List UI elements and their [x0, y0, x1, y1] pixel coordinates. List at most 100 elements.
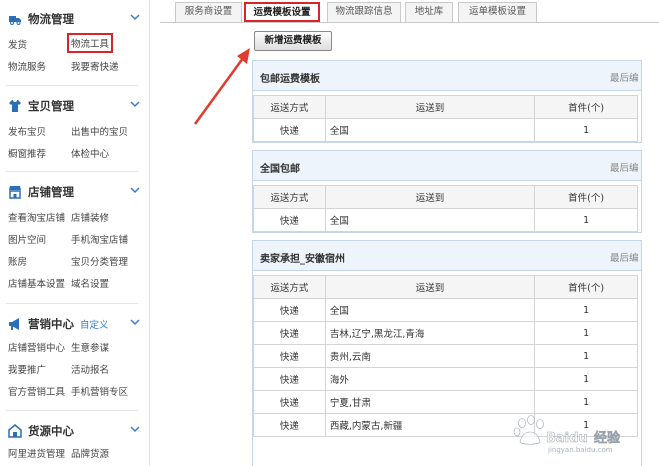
chevron-down-icon[interactable] — [130, 317, 140, 327]
divider — [6, 303, 138, 304]
cell-destination: 全国 — [324, 208, 536, 232]
sidebar-link-image-space[interactable]: 图片空间 — [8, 232, 46, 246]
panel-header: 全国包邮 最后编 — [253, 151, 641, 181]
template-panel-free-shipping: 包邮运费模板 最后编 运送方式 运送到 首件(个) 快递 全国 1 — [252, 60, 642, 143]
cell-destination: 宁夏,甘肃 — [324, 390, 536, 414]
sidebar-section-logistics: 物流管理 — [0, 8, 150, 30]
shirt-icon — [8, 99, 22, 113]
last-edited-label: 最后编 — [610, 73, 639, 84]
tab-service-provider[interactable]: 服务商设置 — [175, 2, 242, 22]
sidebar-link-logistics-service[interactable]: 物流服务 — [8, 59, 46, 73]
cell-method: 快递 — [253, 208, 326, 232]
sidebar-link-promote[interactable]: 我要推广 — [8, 362, 46, 376]
new-freight-template-button[interactable]: 新增运费模板 — [254, 31, 332, 51]
divider — [6, 85, 138, 86]
cell-first-item: 1 — [534, 367, 638, 391]
sidebar-link-ship[interactable]: 发货 — [8, 37, 27, 51]
header-first-item: 首件(个) — [534, 185, 638, 209]
sidebar-link-categories[interactable]: 宝贝分类管理 — [71, 254, 128, 268]
tab-bar-line — [160, 22, 659, 23]
section-header[interactable]: 货源中心 — [0, 420, 150, 442]
section-header[interactable]: 物流管理 — [0, 8, 150, 30]
sidebar-link-marketing-center[interactable]: 店铺营销中心 — [8, 340, 65, 354]
section-title: 货源中心 — [28, 424, 74, 438]
cell-first-item: 1 — [534, 321, 638, 345]
sidebar-link-view-store[interactable]: 查看淘宝店铺 — [8, 210, 65, 224]
table-header-row: 运送方式 运送到 首件(个) — [253, 95, 638, 119]
chevron-down-icon[interactable] — [130, 185, 140, 195]
tab-waybill-template[interactable]: 运单模板设置 — [458, 2, 537, 22]
svg-text:经验: 经验 — [594, 430, 621, 446]
sidebar-link-ali-purchase[interactable]: 阿里进货管理 — [8, 446, 65, 460]
sidebar-link-mobile-store[interactable]: 手机淘宝店铺 — [71, 232, 128, 246]
tab-tracking[interactable]: 物流跟踪信息 — [327, 2, 401, 22]
section-title: 店铺管理 — [28, 185, 74, 199]
sidebar-section-items: 宝贝管理 — [0, 95, 150, 117]
cell-method: 快递 — [253, 321, 326, 345]
cell-method: 快递 — [253, 413, 326, 437]
sidebar-link-official-tools[interactable]: 官方营销工具 — [8, 384, 65, 398]
tab-address-book[interactable]: 地址库 — [405, 2, 453, 22]
header-destination: 运送到 — [324, 95, 536, 119]
sidebar-link-basic-settings[interactable]: 店铺基本设置 — [8, 276, 65, 290]
section-title: 宝贝管理 — [28, 99, 74, 113]
cell-method: 快递 — [253, 367, 326, 391]
truck-icon — [8, 12, 22, 26]
template-panel-nationwide-free: 全国包邮 最后编 运送方式 运送到 首件(个) 快递 全国 1 — [252, 150, 642, 233]
sidebar-link-decorate[interactable]: 店铺装修 — [71, 210, 109, 224]
rate-table: 运送方式 运送到 首件(个) 快递 全国 1 快递 吉林,辽宁,黑龙江,青海 1… — [253, 275, 638, 437]
svg-text:jingyan.baidu.com: jingyan.baidu.com — [547, 446, 613, 454]
sidebar-section-marketing: 营销中心 自定义 — [0, 313, 150, 335]
cell-method: 快递 — [253, 344, 326, 368]
sidebar-link-checkup[interactable]: 体检中心 — [71, 146, 109, 160]
sidebar-link-domain[interactable]: 域名设置 — [71, 276, 109, 290]
megaphone-icon — [8, 317, 22, 331]
table-row: 快递 宁夏,甘肃 1 — [253, 390, 638, 414]
sidebar-link-business-advisor[interactable]: 生意参谋 — [71, 340, 109, 354]
tab-freight-template[interactable]: 运费模板设置 — [244, 2, 320, 22]
baidu-jingyan-watermark-logo: Baidu 经验 jingyan.baidu.com — [513, 415, 621, 454]
rate-table: 运送方式 运送到 首件(个) 快递 全国 1 — [253, 95, 638, 142]
sidebar-section-store: 店铺管理 — [0, 181, 150, 203]
sidebar-link-mobile-marketing[interactable]: 手机营销专区 — [71, 384, 128, 398]
header-method: 运送方式 — [253, 275, 326, 299]
sidebar-link-publish[interactable]: 发布宝贝 — [8, 124, 46, 138]
cell-method: 快递 — [253, 118, 326, 142]
chevron-down-icon[interactable] — [130, 424, 140, 434]
sidebar: 物流管理 发货 物流工具 物流服务 我要寄快递 宝贝管理 发布宝贝 出售中的宝贝… — [0, 0, 150, 466]
sidebar-link-showcase[interactable]: 橱窗推荐 — [8, 146, 46, 160]
sidebar-link-brand-source[interactable]: 品牌货源 — [71, 446, 109, 460]
cell-first-item: 1 — [534, 298, 638, 322]
header-method: 运送方式 — [253, 185, 326, 209]
section-title: 营销中心 — [28, 317, 74, 331]
sidebar-link-send-express[interactable]: 我要寄快递 — [71, 59, 119, 73]
svg-text:Baidu: Baidu — [546, 431, 588, 446]
table-header-row: 运送方式 运送到 首件(个) — [253, 185, 638, 209]
cell-method: 快递 — [253, 298, 326, 322]
sidebar-link-on-sale[interactable]: 出售中的宝贝 — [71, 124, 128, 138]
section-header[interactable]: 宝贝管理 — [0, 95, 150, 117]
cell-first-item: 1 — [534, 208, 638, 232]
section-header[interactable]: 营销中心 自定义 — [0, 313, 150, 335]
customize-link[interactable]: 自定义 — [80, 317, 109, 331]
table-header-row: 运送方式 运送到 首件(个) — [253, 275, 638, 299]
sidebar-link-logistics-tools[interactable]: 物流工具 — [67, 33, 114, 53]
header-first-item: 首件(个) — [534, 95, 638, 119]
divider — [6, 410, 138, 411]
sidebar-link-campaign-signup[interactable]: 活动报名 — [71, 362, 109, 376]
cell-method: 快递 — [253, 390, 326, 414]
divider — [6, 171, 138, 172]
cell-destination: 海外 — [324, 367, 536, 391]
cell-first-item: 1 — [534, 390, 638, 414]
cell-destination: 贵州,云南 — [324, 344, 536, 368]
header-destination: 运送到 — [324, 275, 536, 299]
chevron-down-icon[interactable] — [130, 99, 140, 109]
sidebar-link-accounts[interactable]: 账房 — [8, 254, 27, 268]
header-method: 运送方式 — [253, 95, 326, 119]
cell-destination: 全国 — [324, 118, 536, 142]
panel-header: 卖家承担_安徽宿州 最后编 — [253, 241, 641, 271]
table-row: 快递 吉林,辽宁,黑龙江,青海 1 — [253, 321, 638, 345]
chevron-down-icon[interactable] — [130, 12, 140, 22]
section-header[interactable]: 店铺管理 — [0, 181, 150, 203]
annotation-arrow-icon — [193, 48, 250, 125]
